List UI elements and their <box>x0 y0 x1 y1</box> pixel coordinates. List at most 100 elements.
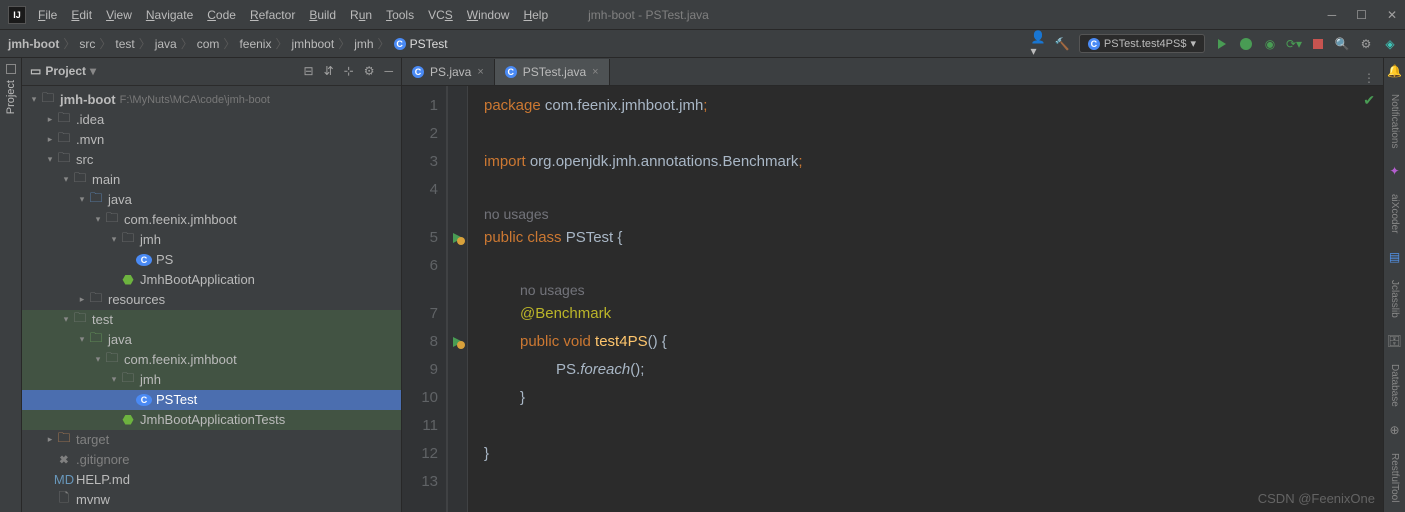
tree-root[interactable]: ▾🗀jmh-bootF:\MyNuts\MCA\code\jmh-boot <box>22 90 401 110</box>
panel-title[interactable]: ▭ Project ▾ <box>30 64 96 78</box>
titlebar: IJ File Edit View Navigate Code Refactor… <box>0 0 1405 30</box>
minimize-icon[interactable]: ─ <box>1328 8 1337 22</box>
editor-more-icon[interactable]: ⋮ <box>1355 71 1383 85</box>
database-tab[interactable]: 🗄 <box>1387 334 1402 348</box>
bc-jmhboot[interactable]: jmhboot <box>291 37 334 51</box>
run-config-label: PSTest.test4PS$ <box>1104 38 1187 50</box>
aixcoder-tab[interactable]: ✦ <box>1389 164 1399 178</box>
menu-vcs[interactable]: VCS <box>428 8 453 22</box>
menu-window[interactable]: Window <box>467 8 510 22</box>
usage-hint[interactable]: no usages <box>484 280 1383 300</box>
close-tab-icon[interactable]: × <box>592 66 598 78</box>
notifications-tab[interactable]: 🔔 <box>1387 64 1402 78</box>
bc-test[interactable]: test <box>115 37 134 51</box>
run-config-selector[interactable]: C PSTest.test4PS$ ▾ <box>1079 34 1205 53</box>
inspection-ok-icon[interactable]: ✔ <box>1363 92 1375 109</box>
aixcoder-label[interactable]: aiXcoder <box>1389 194 1400 233</box>
project-panel: ▭ Project ▾ ⊟ ⇵ ⊹ ⚙ ─ ▾🗀jmh-bootF:\MyNut… <box>22 58 402 512</box>
window-title: jmh-boot - PSTest.java <box>588 8 709 22</box>
menu-view[interactable]: View <box>106 8 132 22</box>
run-gutter-icon[interactable] <box>448 328 467 356</box>
tree-test[interactable]: ▾🗀test <box>22 310 401 330</box>
tree-java2[interactable]: ▾🗀java <box>22 330 401 350</box>
class-icon: C <box>136 394 152 406</box>
menu-edit[interactable]: Edit <box>71 8 92 22</box>
coverage-icon[interactable]: ◉ <box>1263 37 1277 51</box>
menu-build[interactable]: Build <box>309 8 336 22</box>
tree-jmh1[interactable]: ▾🗀jmh <box>22 230 401 250</box>
menu-help[interactable]: Help <box>523 8 548 22</box>
bc-com[interactable]: com <box>197 37 220 51</box>
jclasslib-label[interactable]: Jclasslib <box>1389 280 1400 318</box>
tree-gitignore[interactable]: 🞮.gitignore <box>22 450 401 470</box>
project-tree: ▾🗀jmh-bootF:\MyNuts\MCA\code\jmh-boot ▸🗀… <box>22 86 401 512</box>
ai-icon[interactable]: ◈ <box>1383 37 1397 51</box>
tree-mvn[interactable]: ▸🗀.mvn <box>22 130 401 150</box>
hide-icon[interactable]: ─ <box>384 64 393 78</box>
tree-jmh2[interactable]: ▾🗀jmh <box>22 370 401 390</box>
chevron-down-icon: ▾ <box>90 64 96 78</box>
tree-idea[interactable]: ▸🗀.idea <box>22 110 401 130</box>
code-content[interactable]: package com.feenix.jmhboot.jmh; import o… <box>468 86 1383 512</box>
usage-hint[interactable]: no usages <box>484 204 1383 224</box>
tree-app2[interactable]: ⬣JmhBootApplicationTests <box>22 410 401 430</box>
bc-jmh[interactable]: jmh <box>354 37 373 51</box>
build-icon[interactable]: 🔨 <box>1055 37 1069 51</box>
settings-icon[interactable]: ⚙ <box>1359 37 1373 51</box>
menu-tools[interactable]: Tools <box>386 8 414 22</box>
gutter-marks <box>448 86 468 512</box>
tree-pstest[interactable]: CPSTest <box>22 390 401 410</box>
database-label[interactable]: Database <box>1389 364 1400 407</box>
stop-icon[interactable] <box>1311 37 1325 51</box>
tree-pkg1[interactable]: ▾🗀com.feenix.jmhboot <box>22 210 401 230</box>
search-icon[interactable]: 🔍 <box>1335 37 1349 51</box>
bc-java[interactable]: java <box>155 37 177 51</box>
run-icon[interactable] <box>1215 37 1229 51</box>
tree-pkg2[interactable]: ▾🗀com.feenix.jmhboot <box>22 350 401 370</box>
bc-src[interactable]: src <box>79 37 95 51</box>
run-gutter-icon[interactable] <box>448 224 467 252</box>
tree-ps[interactable]: CPS <box>22 250 401 270</box>
menu-run[interactable]: Run <box>350 8 372 22</box>
left-tool-strip: Project <box>0 58 22 512</box>
select-opened-icon[interactable]: ⊟ <box>304 64 314 78</box>
collapse-icon[interactable]: ⊹ <box>344 64 354 78</box>
restful-label[interactable]: RestfulTool <box>1389 453 1400 502</box>
tree-app1[interactable]: ⬣JmhBootApplication <box>22 270 401 290</box>
debug-icon[interactable] <box>1239 37 1253 51</box>
tree-src[interactable]: ▾🗀src <box>22 150 401 170</box>
breadcrumb: jmh-boot〉 src〉 test〉 java〉 com〉 feenix〉 … <box>8 35 448 52</box>
tab-pstest[interactable]: CPSTest.java× <box>495 59 610 85</box>
panel-settings-icon[interactable]: ⚙ <box>364 64 375 78</box>
profile-icon[interactable]: ⟳▾ <box>1287 37 1301 51</box>
tab-ps[interactable]: CPS.java× <box>402 59 495 85</box>
menu-navigate[interactable]: Navigate <box>146 8 193 22</box>
tree-target[interactable]: ▸🗀target <box>22 430 401 450</box>
bc-feenix[interactable]: feenix <box>239 37 271 51</box>
tree-java1[interactable]: ▾🗀java <box>22 190 401 210</box>
tree-mvnw[interactable]: 🗋mvnw <box>22 490 401 510</box>
code-area[interactable]: 1234 56 78910111213 package com.feenix.j… <box>402 86 1383 512</box>
square-icon[interactable] <box>6 64 16 74</box>
line-numbers: 1234 56 78910111213 <box>402 86 448 512</box>
notifications-label[interactable]: Notifications <box>1389 94 1400 148</box>
close-icon[interactable]: ✕ <box>1387 8 1397 22</box>
menu-refactor[interactable]: Refactor <box>250 8 295 22</box>
tree-main[interactable]: ▾🗀main <box>22 170 401 190</box>
restful-tab[interactable]: ⊕ <box>1389 423 1399 437</box>
tree-res[interactable]: ▸🗀resources <box>22 290 401 310</box>
expand-icon[interactable]: ⇵ <box>324 64 334 78</box>
close-tab-icon[interactable]: × <box>477 66 483 78</box>
user-icon[interactable]: 👤▾ <box>1031 37 1045 51</box>
maximize-icon[interactable]: ☐ <box>1356 8 1367 22</box>
tree-help[interactable]: MDHELP.md <box>22 470 401 490</box>
main-menu: File Edit View Navigate Code Refactor Bu… <box>38 8 548 22</box>
class-icon: C <box>505 66 517 78</box>
bc-class[interactable]: PSTest <box>410 37 448 51</box>
project-tool-tab[interactable]: Project <box>5 74 17 120</box>
jclasslib-tab[interactable]: ▤ <box>1389 250 1400 264</box>
bc-project[interactable]: jmh-boot <box>8 37 59 51</box>
project-icon: ▭ <box>30 64 41 78</box>
menu-file[interactable]: File <box>38 8 57 22</box>
menu-code[interactable]: Code <box>207 8 236 22</box>
